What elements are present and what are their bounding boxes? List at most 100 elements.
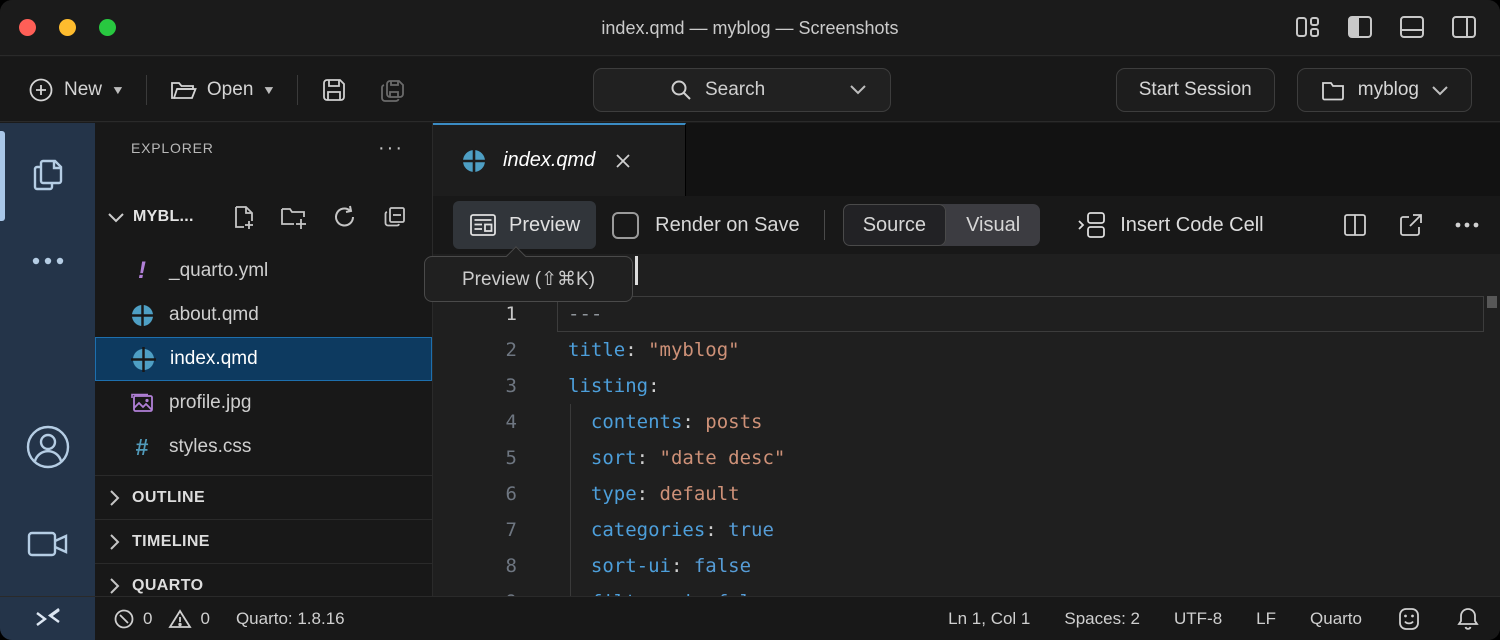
encoding[interactable]: UTF-8	[1174, 609, 1222, 629]
chevron-down-icon	[1431, 85, 1449, 96]
toggle-right-sidebar-icon[interactable]	[1450, 13, 1478, 41]
file-row-index-qmd[interactable]: index.qmd	[95, 337, 432, 381]
editor-action-bar: Preview Render on Save Source Visual Ins…	[433, 196, 1500, 254]
close-tab-icon[interactable]	[613, 151, 633, 171]
remote-indicator-icon[interactable]	[0, 597, 95, 640]
line-number: 7	[433, 519, 517, 541]
yaml-warning-icon: !	[129, 259, 155, 283]
code-text: listing:	[568, 375, 660, 397]
search-input[interactable]: Search	[593, 68, 891, 112]
error-count: 0	[143, 609, 152, 629]
open-external-icon[interactable]	[1398, 212, 1424, 238]
source-visual-toggle: Source Visual	[843, 204, 1041, 246]
project-selector-button[interactable]: myblog	[1297, 68, 1472, 112]
start-session-button[interactable]: Start Session	[1116, 68, 1275, 112]
tab-index-qmd[interactable]: index.qmd	[433, 123, 686, 196]
toggle-left-sidebar-icon[interactable]	[1346, 13, 1374, 41]
file-row-about-qmd[interactable]: about.qmd	[95, 293, 432, 337]
sidebar-section-quarto[interactable]: QUARTO	[95, 563, 432, 596]
cursor-position[interactable]: Ln 1, Col 1	[948, 609, 1030, 629]
chevron-right-icon	[109, 533, 120, 551]
project-label: myblog	[1358, 79, 1419, 101]
chevron-down-icon: ▼	[262, 83, 276, 97]
workspace-section-header[interactable]: MYBL...	[95, 195, 432, 239]
file-row-profile-jpg[interactable]: profile.jpg	[95, 381, 432, 425]
line-number: 5	[433, 447, 517, 469]
new-folder-icon[interactable]	[280, 204, 308, 230]
line-number: 1	[433, 303, 517, 325]
customize-layout-icon[interactable]	[1294, 13, 1322, 41]
tab-strip: index.qmd	[433, 123, 1500, 196]
explorer-view-icon[interactable]	[0, 153, 95, 197]
search-placeholder: Search	[705, 79, 765, 101]
quarto-version-label: Quarto: 1.8.16	[236, 609, 345, 629]
editor-group: index.qmd Preview Render on Save	[433, 123, 1500, 596]
source-mode-button[interactable]: Source	[843, 204, 946, 246]
collapse-all-icon[interactable]	[382, 204, 408, 230]
file-name: index.qmd	[170, 348, 258, 370]
render-on-save-checkbox[interactable]: Render on Save	[612, 212, 800, 239]
separator	[146, 75, 147, 105]
open-label: Open	[207, 79, 253, 101]
code-line-5[interactable]: 5 sort: "date desc"	[433, 440, 1500, 476]
warnings-icon	[168, 608, 192, 630]
more-actions-icon[interactable]	[1454, 221, 1480, 229]
visual-mode-button[interactable]: Visual	[946, 204, 1040, 246]
save-all-button[interactable]	[370, 69, 416, 111]
code-line-6[interactable]: 6 type: default	[433, 476, 1500, 512]
current-line-highlight	[557, 296, 1484, 332]
code-line-3[interactable]: 3listing:	[433, 368, 1500, 404]
preview-button[interactable]: Preview	[453, 201, 596, 249]
code-line-9[interactable]: 9 filter-ui: false	[433, 584, 1500, 596]
file-row-styles-css[interactable]: #styles.css	[95, 425, 432, 469]
editor-scrollbar[interactable]	[1487, 296, 1497, 308]
screen-recorder-icon[interactable]	[0, 528, 95, 560]
file-name: about.qmd	[169, 304, 259, 326]
start-session-label: Start Session	[1139, 79, 1252, 101]
insert-code-cell-button[interactable]: Insert Code Cell	[1076, 210, 1263, 240]
toggle-bottom-panel-icon[interactable]	[1398, 13, 1426, 41]
preview-label: Preview	[509, 214, 580, 237]
file-list: ! _quarto.yml about.qmd index.qmd profile.jp…	[95, 249, 432, 469]
sidebar-section-timeline[interactable]: TIMELINE	[95, 519, 432, 563]
more-views-icon[interactable]	[0, 255, 95, 267]
open-button[interactable]: Open ▼	[161, 71, 283, 109]
file-name: profile.jpg	[169, 392, 251, 414]
file-row--quarto-yml[interactable]: ! _quarto.yml	[95, 249, 432, 293]
preview-icon	[469, 212, 497, 238]
indentation[interactable]: Spaces: 2	[1064, 609, 1140, 629]
file-name: _quarto.yml	[169, 260, 268, 282]
eol[interactable]: LF	[1256, 609, 1276, 629]
problems-indicator[interactable]: 0 0	[113, 608, 210, 630]
code-text: ---	[568, 303, 602, 325]
title-bar: index.qmd — myblog — Screenshots	[0, 0, 1500, 56]
language-mode[interactable]: Quarto	[1310, 609, 1362, 629]
sidebar-section-outline[interactable]: OUTLINE	[95, 475, 432, 519]
warning-count: 0	[200, 609, 209, 629]
code-text: categories: true	[568, 519, 774, 541]
code-lines: 1 --- 2title: "myblog"3listing:4 contents:…	[433, 296, 1500, 596]
preview-tooltip: Preview (⇧⌘K)	[424, 256, 633, 302]
errors-icon	[113, 608, 135, 630]
split-editor-icon[interactable]	[1342, 212, 1368, 238]
status-bar: 0 0 Quarto: 1.8.16 Ln 1, Col 1 Spaces: 2…	[0, 596, 1500, 640]
chevron-right-icon	[109, 489, 120, 507]
code-editor[interactable]: 1 --- 2title: "myblog"3listing:4 contents:…	[433, 254, 1500, 596]
quarto-version[interactable]: Quarto: 1.8.16	[236, 609, 345, 629]
code-line-8[interactable]: 8 sort-ui: false	[433, 548, 1500, 584]
new-button[interactable]: New ▼	[20, 71, 132, 109]
refresh-icon[interactable]	[332, 204, 358, 230]
notifications-bell-icon[interactable]	[1456, 606, 1480, 632]
account-icon[interactable]	[0, 423, 95, 471]
new-file-icon[interactable]	[232, 204, 256, 230]
chevron-down-icon	[848, 84, 868, 96]
code-line-4[interactable]: 4 contents: posts	[433, 404, 1500, 440]
insert-code-cell-label: Insert Code Cell	[1120, 214, 1263, 237]
save-button[interactable]	[312, 70, 356, 110]
app-window: index.qmd — myblog — Screenshots	[0, 0, 1500, 640]
top-action-bar: New ▼ Open ▼	[0, 57, 1500, 122]
code-line-7[interactable]: 7 categories: true	[433, 512, 1500, 548]
feedback-icon[interactable]	[1396, 606, 1422, 632]
explorer-more-actions-icon[interactable]: ···	[378, 137, 404, 160]
code-line-2[interactable]: 2title: "myblog"	[433, 332, 1500, 368]
